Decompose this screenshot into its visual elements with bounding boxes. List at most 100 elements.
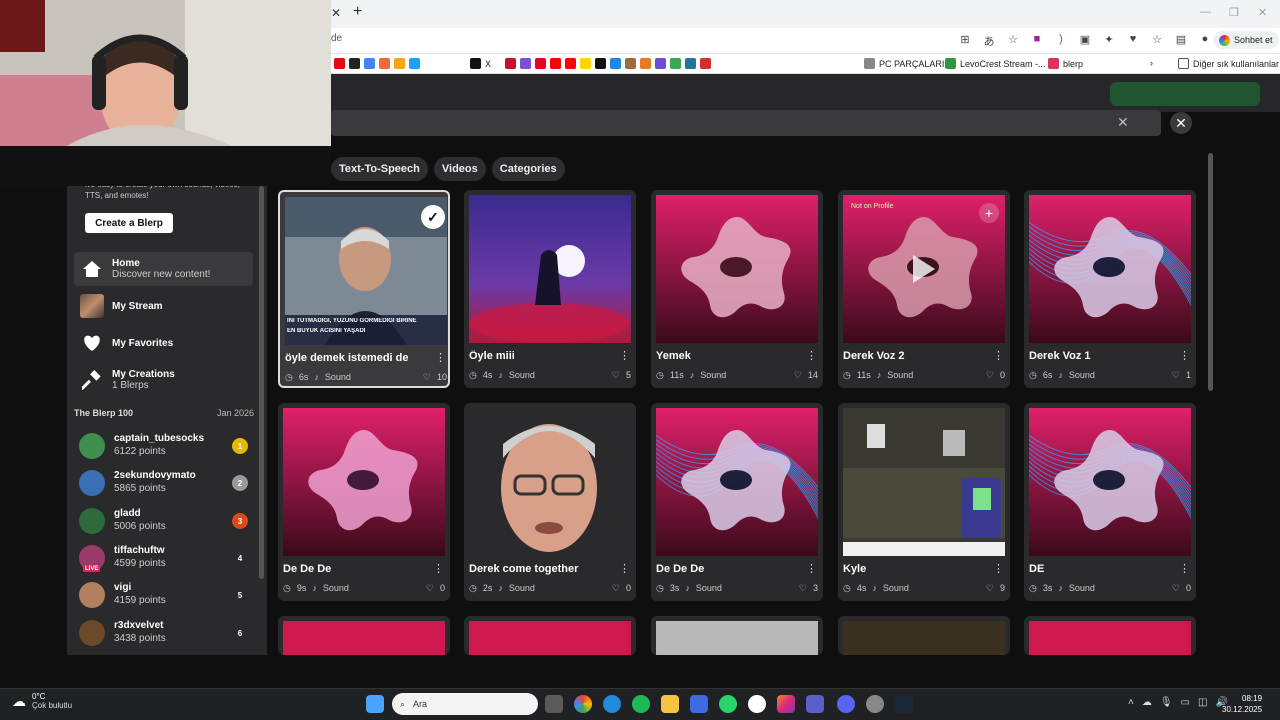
filter-tts[interactable]: Text-To-Speech <box>331 157 428 181</box>
add-icon[interactable]: + <box>979 203 999 223</box>
leaderboard-row[interactable]: captain_tubesocks 6122 points 1 <box>79 430 249 462</box>
bookmark-blerp[interactable]: blerp <box>1048 58 1083 69</box>
bookmark-icon[interactable] <box>610 58 621 69</box>
bookmark-pc-parcalari[interactable]: PC PARÇALARI <box>864 58 944 69</box>
card-thumbnail[interactable]: İNİ TUTMADIĞI, YÜZÜNÜ GÖRMEDİĞİ BİRİNE EN… <box>285 197 447 345</box>
sidebar-item-my-creations[interactable]: My Creations 1 Blerps <box>74 366 253 394</box>
network-icon[interactable]: ◫ <box>1198 697 1207 708</box>
more-options-icon[interactable]: ⋮ <box>619 349 630 362</box>
leaderboard-row[interactable]: r3dxvelvet 3438 points 6 <box>79 617 249 649</box>
bookmark-icon[interactable] <box>505 58 516 69</box>
tab-close-icon[interactable]: ✕ <box>331 6 341 20</box>
bookmark-icon[interactable] <box>625 58 636 69</box>
more-options-icon[interactable]: ⋮ <box>1179 349 1190 362</box>
discord-icon[interactable] <box>837 695 855 713</box>
translate-icon[interactable]: あ <box>982 33 996 49</box>
bookmark-icon[interactable] <box>379 58 390 69</box>
blerp-card-partial[interactable] <box>464 616 636 655</box>
blerp-card[interactable]: Öyle miii ⋮ ◷ 4s ♪ Sound ♡ 5 <box>464 190 636 388</box>
app-icon[interactable] <box>866 695 884 713</box>
sidebar-item-home[interactable]: Home Discover new content! <box>74 252 253 286</box>
sidebar-scrollbar[interactable] <box>259 186 264 579</box>
blerp-card[interactable]: Not on Profile + Derek Voz 2 ⋮ ◷ 11s ♪ Sound ♡ 0 <box>838 190 1010 388</box>
bookmark-icon[interactable] <box>394 58 405 69</box>
chevron-up-icon[interactable]: ˄ <box>1128 697 1134 708</box>
collections-icon[interactable]: ▤ <box>1174 33 1188 49</box>
bookmark-icon[interactable] <box>580 58 591 69</box>
bookmark-icon[interactable] <box>595 58 606 69</box>
steam-icon[interactable] <box>895 695 913 713</box>
task-view-icon[interactable] <box>545 695 563 713</box>
heart-icon[interactable]: ♡ <box>426 583 434 594</box>
pinterest-icon[interactable] <box>535 58 546 69</box>
more-options-icon[interactable]: ⋮ <box>433 562 444 575</box>
card-thumbnail[interactable] <box>283 621 445 655</box>
blerp-card-partial[interactable] <box>651 616 823 655</box>
filter-categories[interactable]: Categories <box>491 157 565 181</box>
blerp-card[interactable]: De De De ⋮ ◷ 3s ♪ Sound ♡ 3 <box>651 403 823 601</box>
chatgpt-icon[interactable] <box>748 695 766 713</box>
more-options-icon[interactable]: ⋮ <box>806 349 817 362</box>
more-options-icon[interactable]: ⋮ <box>993 562 1004 575</box>
card-thumbnail[interactable] <box>656 408 818 556</box>
url-text[interactable]: de <box>331 33 342 44</box>
heart-icon[interactable]: ♡ <box>423 372 431 383</box>
clear-search-icon[interactable]: ✕ <box>1117 114 1129 131</box>
card-thumbnail[interactable] <box>843 621 1005 655</box>
filter-videos[interactable]: Videos <box>433 157 486 181</box>
new-tab-icon[interactable]: + <box>353 3 362 21</box>
file-explorer-icon[interactable] <box>661 695 679 713</box>
card-thumbnail[interactable] <box>469 621 631 655</box>
youtube-icon[interactable] <box>550 58 561 69</box>
card-thumbnail[interactable] <box>469 408 631 556</box>
instagram-icon[interactable] <box>777 695 795 713</box>
heart-icon[interactable]: ♡ <box>986 583 994 594</box>
more-options-icon[interactable]: ⋮ <box>993 349 1004 362</box>
sidebar-item-my-stream[interactable]: My Stream <box>74 293 253 319</box>
leaderboard-row[interactable]: vigi 4159 points 5 <box>79 579 249 611</box>
close-window-icon[interactable]: ✕ <box>1258 6 1267 19</box>
taskbar-clock[interactable]: 08:19 30.12.2025 <box>1222 693 1262 715</box>
bookmark-icon[interactable] <box>409 58 420 69</box>
blerp-card-partial[interactable] <box>838 616 1010 655</box>
card-thumbnail[interactable] <box>656 195 818 343</box>
leaderboard-row[interactable]: 2sekundovymato 5865 points 2 <box>79 467 249 499</box>
amazon-icon[interactable] <box>349 58 360 69</box>
heart-icon[interactable]: ♡ <box>1172 583 1180 594</box>
checkmark-icon[interactable]: ✓ <box>421 205 445 229</box>
card-thumbnail[interactable] <box>469 195 631 343</box>
youtube-icon[interactable] <box>565 58 576 69</box>
leaderboard-row[interactable]: gladd 5006 points 3 <box>79 505 249 537</box>
extension-icon[interactable]: ■ <box>1030 33 1044 49</box>
teams-icon[interactable] <box>806 695 824 713</box>
google-icon[interactable] <box>364 58 375 69</box>
other-favorites-folder[interactable]: Diğer sık kullanılanlar <box>1178 58 1279 69</box>
more-options-icon[interactable]: ⋮ <box>435 351 446 364</box>
bookmark-icon[interactable] <box>640 58 651 69</box>
more-options-icon[interactable]: ⋮ <box>1179 562 1190 575</box>
microphone-icon[interactable]: 🎙 <box>1160 697 1173 708</box>
bookmark-icon[interactable] <box>655 58 666 69</box>
more-options-icon[interactable]: ⋮ <box>619 562 630 575</box>
bookmark-x[interactable]: X <box>470 58 491 69</box>
bookmark-icon[interactable] <box>520 58 531 69</box>
close-modal-button[interactable]: ✕ <box>1170 112 1192 134</box>
heart-icon[interactable]: ♡ <box>794 370 802 381</box>
spotify-icon[interactable] <box>632 695 650 713</box>
create-blerp-button[interactable]: Create a Blerp <box>85 213 173 233</box>
netflix-icon[interactable] <box>334 58 345 69</box>
blerp-card[interactable]: Derek come together ⋮ ◷ 2s ♪ Sound ♡ 0 <box>464 403 636 601</box>
card-thumbnail[interactable]: Not on Profile + <box>843 195 1005 343</box>
minimize-icon[interactable]: — <box>1200 6 1211 18</box>
card-thumbnail[interactable] <box>843 408 1005 556</box>
store-icon[interactable] <box>690 695 708 713</box>
restore-icon[interactable]: ❐ <box>1229 6 1239 19</box>
wordpress-icon[interactable] <box>685 58 696 69</box>
blerp-card[interactable]: Kyle ⋮ ◷ 4s ♪ Sound ♡ 9 <box>838 403 1010 601</box>
heart-icon[interactable]: ♡ <box>1172 370 1180 381</box>
sidebar-item-my-favorites[interactable]: My Favorites <box>74 330 253 356</box>
chrome-icon[interactable] <box>574 695 592 713</box>
blerp-card-partial[interactable] <box>1024 616 1196 655</box>
heart-icon[interactable]: ♡ <box>612 370 620 381</box>
star-icon[interactable]: ☆ <box>1006 33 1020 49</box>
